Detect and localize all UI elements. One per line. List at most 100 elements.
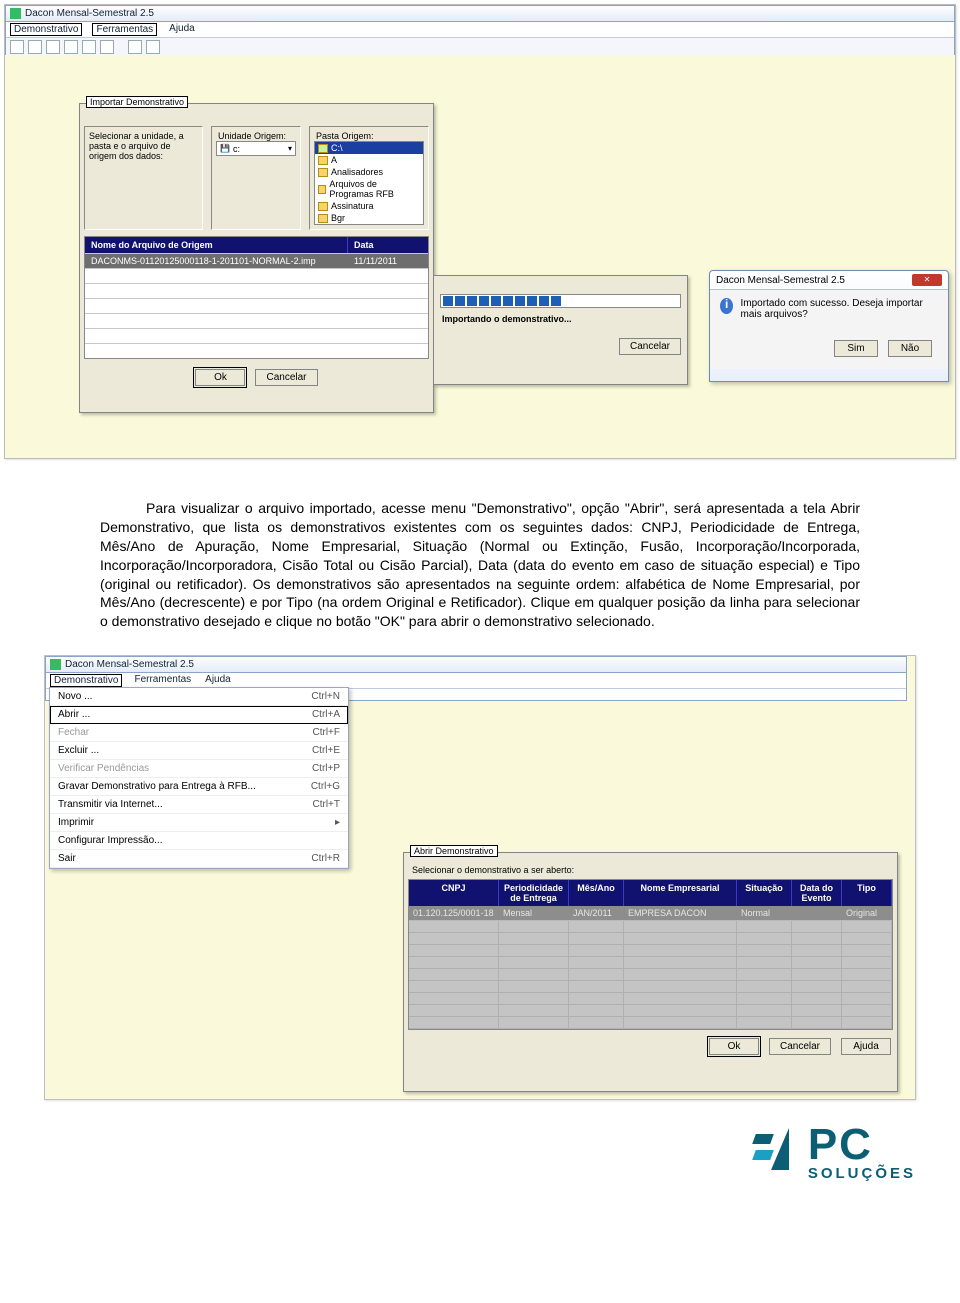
progress-status: Importando o demonstrativo...: [442, 314, 679, 324]
app-title: Dacon Mensal-Semestral 2.5: [25, 8, 154, 19]
menu-item-novo[interactable]: Novo ...Ctrl+N: [50, 688, 348, 706]
footer-logo: PC SOLUÇÕES: [0, 1118, 916, 1188]
menu-item-gravar[interactable]: Gravar Demonstrativo para Entrega à RFB.…: [50, 778, 348, 796]
menu-ajuda[interactable]: Ajuda: [167, 23, 197, 36]
figure-2: Dacon Mensal-Semestral 2.5 Demonstrativo…: [44, 655, 916, 1100]
unit-select[interactable]: 💾 c: ▾: [216, 141, 296, 156]
folder-icon: [318, 156, 328, 165]
table-row[interactable]: 01.120.125/0001-18 Mensal JAN/2011 EMPRE…: [409, 906, 892, 921]
cancel-button[interactable]: Cancelar: [255, 369, 317, 386]
close-icon[interactable]: ✕: [912, 274, 942, 286]
table-row-empty: [85, 343, 428, 358]
th-mesano: Mês/Ano: [569, 880, 624, 906]
app-title: Dacon Mensal-Semestral 2.5: [65, 659, 194, 670]
folder-item: Arquivos de Programas RFB: [315, 178, 423, 200]
table-row-empty: [85, 298, 428, 313]
result-titlebar: Dacon Mensal-Semestral 2.5 ✕: [710, 271, 948, 289]
file-table: Nome do Arquivo de Origem Data DACONMS-0…: [84, 236, 429, 359]
folder-list[interactable]: C:\ A Analisadores Arquivos de Programas…: [314, 141, 424, 225]
folder-icon: [318, 185, 326, 194]
info-icon: [720, 298, 733, 314]
unit-label: Unidade Origem:: [216, 131, 288, 141]
menu-demonstrativo[interactable]: Demonstrativo: [50, 674, 122, 687]
menu-item-excluir[interactable]: Excluir ...Ctrl+E: [50, 742, 348, 760]
result-dialog: Dacon Mensal-Semestral 2.5 ✕ Importado c…: [709, 270, 949, 382]
open-title: Abrir Demonstrativo: [410, 845, 498, 857]
th-data: Data do Evento: [792, 880, 842, 906]
th-period: Periodicidade de Entrega: [499, 880, 569, 906]
logo-brand: PC: [808, 1125, 916, 1165]
table-row-empty: [85, 313, 428, 328]
folder-item: Analisadores: [315, 166, 423, 178]
folder-open-icon: [318, 144, 328, 153]
import-hint: Selecionar a unidade, a pasta e o arquiv…: [89, 131, 184, 161]
yes-button[interactable]: Sim: [834, 340, 878, 357]
menu-item-imprimir[interactable]: Imprimir▸: [50, 814, 348, 832]
titlebar: Dacon Mensal-Semestral 2.5: [6, 6, 954, 22]
cancel-button[interactable]: Cancelar: [619, 338, 681, 355]
app-window: Dacon Mensal-Semestral 2.5 Demonstrativo…: [5, 5, 955, 55]
th-nome: Nome Empresarial: [624, 880, 737, 906]
tool-new-icon[interactable]: [10, 40, 24, 54]
tool-check-icon[interactable]: [64, 40, 78, 54]
open-hint: Selecionar o demonstrativo a ser aberto:: [412, 865, 889, 875]
ok-button[interactable]: Ok: [709, 1038, 759, 1055]
unit-group: Unidade Origem: 💾 c: ▾: [211, 126, 301, 230]
open-dialog: Abrir Demonstrativo Selecionar o demonst…: [403, 852, 898, 1092]
progress-dialog: Importando o demonstrativo... Cancelar: [433, 275, 688, 385]
tool-help-icon[interactable]: [128, 40, 142, 54]
menu-ferramentas[interactable]: Ferramentas: [132, 674, 193, 687]
import-hint-group: Selecionar a unidade, a pasta e o arquiv…: [84, 126, 203, 230]
menu-item-verificar[interactable]: Verificar PendênciasCtrl+P: [50, 760, 348, 778]
help-button[interactable]: Ajuda: [841, 1038, 891, 1055]
folder-item: A: [315, 154, 423, 166]
menubar: Demonstrativo Ferramentas Ajuda: [6, 22, 954, 38]
th-cnpj: CNPJ: [409, 880, 499, 906]
menu-item-configimp[interactable]: Configurar Impressão...: [50, 832, 348, 850]
menu-item-sair[interactable]: SairCtrl+R: [50, 850, 348, 868]
cancel-button[interactable]: Cancelar: [769, 1038, 831, 1055]
menu-ferramentas[interactable]: Ferramentas: [92, 23, 157, 36]
th-name: Nome do Arquivo de Origem: [85, 237, 348, 253]
menu-demonstrativo[interactable]: Demonstrativo: [10, 23, 82, 36]
folder-group: Pasta Origem: C:\ A Analisadores Arquivo…: [309, 126, 429, 230]
import-title: Importar Demonstrativo: [86, 96, 188, 108]
tool-open-icon[interactable]: [28, 40, 42, 54]
table-row[interactable]: DACONMS-01120125000118-1-201101-NORMAL-2…: [85, 253, 428, 268]
no-button[interactable]: Não: [888, 340, 932, 357]
tool-save-icon[interactable]: [46, 40, 60, 54]
cell-filename: DACONMS-01120125000118-1-201101-NORMAL-2…: [85, 254, 348, 268]
menu-item-fechar[interactable]: FecharCtrl+F: [50, 724, 348, 742]
titlebar: Dacon Mensal-Semestral 2.5: [46, 657, 906, 673]
menu-item-transmitir[interactable]: Transmitir via Internet...Ctrl+T: [50, 796, 348, 814]
app-icon: [50, 659, 61, 670]
th-tipo: Tipo: [842, 880, 892, 906]
progress-bar: [440, 294, 681, 308]
table-row-empty: [85, 328, 428, 343]
menu-ajuda[interactable]: Ajuda: [203, 674, 233, 687]
tool-exit-icon[interactable]: [146, 40, 160, 54]
th-date: Data: [348, 237, 428, 253]
demo-table: CNPJ Periodicidade de Entrega Mês/Ano No…: [408, 879, 893, 1030]
body-paragraph: Para visualizar o arquivo importado, ace…: [100, 499, 860, 631]
figure-1: Dacon Mensal-Semestral 2.5 Demonstrativo…: [4, 4, 956, 459]
import-dialog: Importar Demonstrativo Selecionar a unid…: [79, 103, 434, 413]
unit-value: c:: [233, 144, 240, 154]
cell-filedate: 11/11/2011: [348, 254, 428, 268]
folder-icon: [318, 214, 328, 223]
folder-icon: [318, 202, 328, 211]
toolbar: [6, 38, 954, 56]
tool-a-icon[interactable]: [82, 40, 96, 54]
result-title: Dacon Mensal-Semestral 2.5: [716, 275, 845, 286]
menu-popup: Novo ...Ctrl+N Abrir ...Ctrl+A FecharCtr…: [49, 687, 349, 869]
ok-button[interactable]: Ok: [195, 369, 245, 386]
table-row-empty: [85, 283, 428, 298]
folder-item: Assinatura: [315, 200, 423, 212]
th-sit: Situação: [737, 880, 792, 906]
app-icon: [10, 8, 21, 19]
result-message: Importado com sucesso. Deseja importar m…: [741, 298, 938, 320]
menu-item-abrir[interactable]: Abrir ...Ctrl+A: [50, 706, 348, 724]
table-row-empty: [85, 268, 428, 283]
folder-label: Pasta Origem:: [314, 131, 376, 141]
tool-b-icon[interactable]: [100, 40, 114, 54]
